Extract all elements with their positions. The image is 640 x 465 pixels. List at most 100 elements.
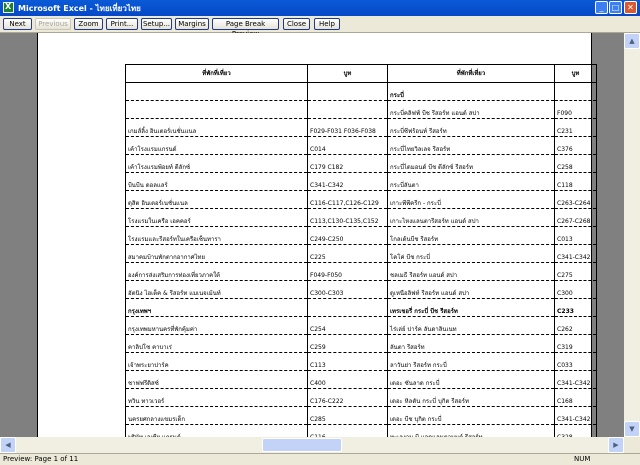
booth-cell: C341-C342 (554, 406, 597, 425)
preview-page[interactable]: ที่พักที่เที่ยว บูท ที่พักที่เที่ยว บูท … (37, 33, 597, 437)
page-break-preview-button[interactable]: Page Break Preview (212, 18, 279, 38)
header-place-2: ที่พักที่เที่ยว (387, 64, 555, 83)
booth-cell: C225 (307, 244, 388, 263)
table-row: เจ้าพระยาปาร์ค C113 ลาวันย่า รีสอร์ท กระบี… (125, 352, 597, 371)
minimize-icon[interactable]: _ (595, 1, 608, 14)
place-cell: ดุสิต อินเตอร์เนชั่นแนล (125, 190, 308, 209)
booth-cell: C275 (554, 262, 597, 281)
scroll-right-icon[interactable]: ▶ (608, 437, 624, 453)
margins-button[interactable]: Margins (175, 18, 209, 30)
help-button[interactable]: Help (314, 18, 340, 30)
booth-cell (307, 298, 388, 317)
close-button[interactable]: Close (283, 18, 310, 30)
place-cell: ไร่เล่ย์ ปาร์ค ลันดาลินเนท (387, 316, 555, 335)
window-title: Microsoft Excel - ไทยเที่ยวไทย (18, 4, 141, 13)
place-cell: ฮัตนิง ไฮเต็ค & รีสอร์ท แมเนจเม้นท์ (125, 280, 308, 299)
place-cell: ทะเลงาม บี แอดแลนตามนต์ รีสอร์ท (387, 424, 555, 437)
previous-button: Previous (35, 18, 71, 30)
excel-app-icon[interactable] (3, 2, 14, 13)
title-bar: Microsoft Excel - ไทยเที่ยวไทย _ □ ✕ (0, 0, 640, 16)
page-status: Preview: Page 1 of 11 (3, 455, 79, 463)
booth-cell (554, 82, 597, 101)
header-booth-1: บูท (307, 64, 388, 83)
place-cell: เกาะพีพีครีก - กระบี่ (387, 190, 555, 209)
zoom-button[interactable]: Zoom (74, 18, 103, 30)
table-row: เกมส์ลิ้ง อินเตอร์เนชั่นแนล F029-F031 F03… (125, 118, 597, 137)
booth-cell: C285 (307, 406, 388, 425)
place-cell: กระบี่ (387, 82, 555, 101)
place-cell: เทรเชอรี่ กระบี่ บีช รีสอร์ท (387, 298, 555, 317)
place-cell: เค้าโรงแรมพ้อยท์ ดีลักซ์ (125, 154, 308, 173)
horizontal-scroll-thumb[interactable] (262, 438, 342, 452)
header-booth-2: บูท (554, 64, 597, 83)
table-row: ฮัตนิง ไฮเต็ค & รีสอร์ท แมเนจเม้นท์ C300-… (125, 280, 597, 299)
place-cell (125, 100, 308, 119)
place-cell: กรุงเทพฯ (125, 298, 308, 317)
booth-cell: C176-C222 (307, 388, 388, 407)
place-cell: โรงแรมและรีสอร์ทในเครือเซ็นทารา (125, 226, 308, 245)
place-cell (125, 82, 308, 101)
booth-cell: C118 (554, 172, 597, 191)
table-row: นครยศกลางแขมรเด็ก C285 เดอะ บีช บุกิต กระบ… (125, 406, 597, 425)
close-icon[interactable]: ✕ (624, 1, 637, 14)
table-row: เค้าโรงแรมแกรนด์ C014 กระบี่ไทยวิลเลจ รีสอ… (125, 136, 597, 155)
scroll-left-icon[interactable]: ◀ (0, 437, 16, 453)
booth-cell: C262 (554, 316, 597, 335)
booth-cell: C113,C130-C135,C152 (307, 208, 388, 227)
place-cell: กรุงเทพมหานครที่พักคุ้มค่า (125, 316, 308, 335)
place-cell: บริษัท เอเซีย แกรนด์ (125, 424, 308, 437)
attractions-table: ที่พักที่เที่ยว บูท ที่พักที่เที่ยว บูท … (125, 64, 597, 437)
booth-cell: F090 (554, 100, 597, 119)
table-row: ดุสิต อินเตอร์เนชั่นแนล C116-C117,C126-C1… (125, 190, 597, 209)
place-cell: เกมส์ลิ้ง อินเตอร์เนชั่นแนล (125, 118, 308, 137)
print-button[interactable]: Print... (106, 18, 138, 30)
place-cell: สมาคมบ้านพักตากอากาศไทย (125, 244, 308, 263)
table-row: โรงแรมและรีสอร์ทในเครือเซ็นทารา C249-C250… (125, 226, 597, 245)
scroll-down-icon[interactable]: ▼ (624, 421, 640, 437)
booth-cell: C300-C303 (307, 280, 388, 299)
place-cell: โกลเด้นบีช รีสอร์ท (387, 226, 555, 245)
next-button[interactable]: Next (3, 18, 32, 30)
maximize-icon[interactable]: □ (609, 1, 622, 14)
place-cell: กระบี่ซีฟร้อนท์ รีสอร์ท (387, 118, 555, 137)
place-cell: ชาฟฟรีดิสซ์ (125, 370, 308, 389)
booth-cell: C258 (554, 154, 597, 173)
booth-cell: C168 (554, 388, 597, 407)
booth-cell: C341-C342 (307, 172, 388, 191)
booth-cell: C116-C117,C126-C129 (307, 190, 388, 209)
booth-cell: C300 (554, 280, 597, 299)
table-row: องค์การส่งเสริมการท่องเที่ยวภาคใต้ F049-F… (125, 262, 597, 281)
setup-button[interactable]: Setup... (141, 18, 172, 30)
table-row: กระบี่ (125, 82, 597, 101)
place-cell: ชลเมธี รีสอร์ท แอนด์ สปา (387, 262, 555, 281)
preview-area: ที่พักที่เที่ยว บูท ที่พักที่เที่ยว บูท … (0, 33, 624, 437)
horizontal-scrollbar[interactable]: ◀ ▶ (0, 437, 624, 453)
place-cell: กระบี่ลันตา (387, 172, 555, 191)
vertical-scrollbar[interactable]: ▲ ▼ (624, 33, 640, 437)
place-cell: องค์การส่งเสริมการท่องเที่ยวภาคใต้ (125, 262, 308, 281)
place-cell: คาลิปโซ คาบาเร่ (125, 334, 308, 353)
place-cell: นครยศกลางแขมรเด็ก (125, 406, 308, 425)
place-cell: ลันตา รีสอร์ท (387, 334, 555, 353)
status-bar: Preview: Page 1 of 11 NUM (0, 453, 640, 465)
place-cell: เกาะไหงแลนตารีสอร์ท แอนด์ สปา (387, 208, 555, 227)
place-cell: โรงแรมในเครือ เอคคอร์ (125, 208, 308, 227)
header-place-1: ที่พักที่เที่ยว (125, 64, 308, 83)
place-cell: ลาวันย่า รีสอร์ท กระบี่ (387, 352, 555, 371)
place-cell: ทวิน ทาวเวอร์ (125, 388, 308, 407)
place-cell: กระบี่ไทยวิลเลจ รีสอร์ท (387, 136, 555, 155)
table-row: กรุงเทพฯ เทรเชอรี่ กระบี่ บีช รีสอร์ท C233 (125, 298, 597, 317)
place-cell: เดอะ หิลตัน กระบี่ บุกิต รีสอร์ท (387, 388, 555, 407)
table-header-row: ที่พักที่เที่ยว บูท ที่พักที่เที่ยว บูท (125, 64, 597, 83)
booth-cell: C113 (307, 352, 388, 371)
table-row: ทวิน ทาวเวอร์ C176-C222 เดอะ หิลตัน กระบี่… (125, 388, 597, 407)
scroll-up-icon[interactable]: ▲ (624, 33, 640, 49)
booth-cell: C013 (554, 226, 597, 245)
table-row: สมาคมบ้านพักตากอากาศไทย C225 โคโค่ บีช กระ… (125, 244, 597, 263)
table-row: ชาฟฟรีดิสซ์ C400 เดอะ ซันลาด กระบี่ C341-C3… (125, 370, 597, 389)
booth-cell: C400 (307, 370, 388, 389)
booth-cell: C249-C250 (307, 226, 388, 245)
place-cell: เดอะ ซันลาด กระบี่ (387, 370, 555, 389)
place-cell: โคโค่ บีช กระบี่ (387, 244, 555, 263)
place-cell: เดอะ บีช บุกิต กระบี่ (387, 406, 555, 425)
